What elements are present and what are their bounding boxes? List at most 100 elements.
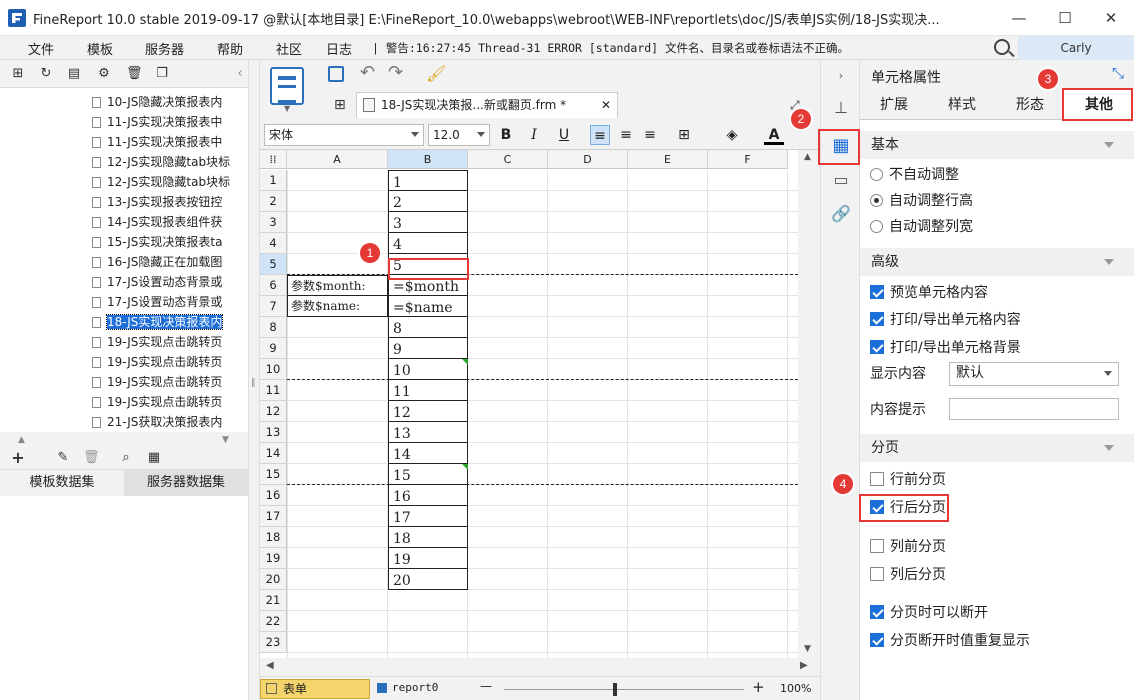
cell-b[interactable]: 2: [388, 191, 468, 212]
delete-icon[interactable]: 🗑: [126, 66, 143, 81]
user-name[interactable]: Carly: [1018, 36, 1134, 60]
cell-a7[interactable]: 参数$name:: [287, 296, 388, 317]
corner-cell[interactable]: ⁞⁞: [260, 150, 287, 169]
widget-settings-icon[interactable]: ▭: [829, 168, 853, 192]
close-button[interactable]: ✕: [1088, 0, 1134, 36]
check-page-break-before-col[interactable]: 列前分页: [870, 536, 946, 558]
zoom-out-button[interactable]: —: [480, 679, 492, 693]
font-color-button[interactable]: A: [764, 125, 784, 145]
menu-server[interactable]: 服务器: [145, 39, 184, 58]
cell-b[interactable]: 15: [388, 464, 468, 485]
tooltip-input[interactable]: [949, 398, 1119, 420]
menu-community[interactable]: 社区: [276, 39, 302, 58]
check-page-break-before-row[interactable]: 行前分页: [870, 469, 946, 491]
panel-splitter[interactable]: ▲ ▼: [0, 432, 248, 446]
column-header[interactable]: B: [388, 150, 468, 169]
tree-item[interactable]: 12-JS实现隐藏tab块标: [92, 152, 230, 172]
sheet-tab-report0[interactable]: report0: [374, 679, 466, 699]
tree-item[interactable]: 17-JS设置动态背景或: [92, 292, 222, 312]
check-preview-content[interactable]: 预览单元格内容: [870, 282, 988, 304]
search-icon[interactable]: [994, 39, 1010, 55]
underline-button[interactable]: U: [554, 125, 574, 145]
tab-expand[interactable]: 扩展: [860, 90, 928, 120]
horizontal-scrollbar[interactable]: ◀ ▶: [260, 658, 820, 676]
tree-item[interactable]: 19-JS实现点击跳转页: [92, 352, 222, 372]
column-header[interactable]: C: [468, 150, 548, 169]
close-tab-icon[interactable]: ✕: [601, 93, 611, 117]
menu-help[interactable]: 帮助: [217, 39, 243, 58]
row-header[interactable]: 6: [260, 275, 287, 296]
collapse-right-icon[interactable]: ›: [829, 64, 853, 88]
delete-dataset-icon[interactable]: 🗑: [83, 450, 100, 465]
tree-item[interactable]: 15-JS实现决策报表ta: [92, 232, 222, 252]
column-header[interactable]: E: [628, 150, 708, 169]
cell-b[interactable]: 13: [388, 422, 468, 443]
section-basic[interactable]: 基本: [860, 131, 1134, 159]
check-page-break-after-col[interactable]: 列后分页: [870, 564, 946, 586]
edit-icon[interactable]: ✎: [55, 450, 71, 465]
row-header[interactable]: 19: [260, 548, 287, 569]
bold-button[interactable]: B: [496, 125, 516, 145]
cell-b[interactable]: 12: [388, 401, 468, 422]
cell-b[interactable]: 11: [388, 380, 468, 401]
scroll-left-icon[interactable]: ◀: [266, 660, 274, 671]
refresh-icon[interactable]: ↻: [38, 66, 54, 81]
copy-icon[interactable]: ❐: [154, 66, 170, 81]
row-header[interactable]: 4: [260, 233, 287, 254]
italic-button[interactable]: I: [524, 125, 544, 145]
row-header[interactable]: 16: [260, 485, 287, 506]
cell-b[interactable]: 10: [388, 359, 468, 380]
column-header[interactable]: F: [708, 150, 788, 169]
undo-icon[interactable]: ↶: [360, 62, 375, 83]
row-header[interactable]: 15: [260, 464, 287, 485]
cell-b[interactable]: 17: [388, 506, 468, 527]
save-icon[interactable]: [328, 66, 344, 82]
report-grid[interactable]: ⁞⁞ A B C D E F 1 2 3 4 5 6 7 8 9 10 11 12 13 14 15 16 17 18 19 20…: [260, 150, 798, 658]
tree-item[interactable]: 19-JS实现点击跳转页: [92, 332, 222, 352]
fill-color-icon[interactable]: ◈: [722, 125, 742, 145]
row-header[interactable]: 2: [260, 191, 287, 212]
font-size-select[interactable]: 12.0: [428, 124, 490, 146]
tree-item[interactable]: 18-JS实现决策报表内: [92, 312, 224, 332]
add-dataset-icon[interactable]: +: [10, 450, 26, 466]
align-center-button[interactable]: ≡: [616, 125, 636, 145]
check-print-background[interactable]: 打印/导出单元格背景: [870, 337, 1021, 359]
cell-b[interactable]: 9: [388, 338, 468, 359]
row-header[interactable]: 20: [260, 569, 287, 590]
menu-log[interactable]: 日志: [326, 39, 352, 58]
row-header[interactable]: 1: [260, 170, 287, 191]
menu-template[interactable]: 模板: [87, 39, 113, 58]
tab-server-dataset[interactable]: 服务器数据集: [124, 470, 248, 496]
row-header[interactable]: 5: [260, 254, 287, 275]
zoom-slider-handle[interactable]: [613, 683, 617, 696]
row-header[interactable]: 14: [260, 443, 287, 464]
tree-item[interactable]: 19-JS实现点击跳转页: [92, 392, 222, 412]
display-content-select[interactable]: 默认: [949, 362, 1119, 386]
collapse-left-icon[interactable]: ‹: [232, 66, 248, 81]
tree-item[interactable]: 17-JS设置动态背景或: [92, 272, 222, 292]
zoom-slider[interactable]: [504, 689, 744, 690]
tree-item[interactable]: 10-JS隐藏决策报表内: [92, 92, 222, 112]
template-type-arrow-icon[interactable]: ▼: [284, 104, 290, 113]
maximize-button[interactable]: ☐: [1042, 0, 1088, 36]
check-can-break[interactable]: 分页时可以断开: [870, 602, 988, 624]
split-up-icon[interactable]: ▲: [18, 435, 25, 445]
check-print-content[interactable]: 打印/导出单元格内容: [870, 309, 1021, 331]
row-header[interactable]: 10: [260, 359, 287, 380]
row-header[interactable]: 3: [260, 212, 287, 233]
vertical-splitter[interactable]: ‖: [248, 60, 260, 700]
row-header[interactable]: 18: [260, 527, 287, 548]
splitter-handle-icon[interactable]: ‖: [251, 378, 256, 388]
redo-icon[interactable]: ↷: [388, 62, 403, 83]
scroll-right-icon[interactable]: ▶: [800, 660, 808, 671]
file-tab[interactable]: 18-JS实现决策报...新或翻页.frm * ✕: [356, 92, 618, 118]
cell-b[interactable]: =$name: [388, 296, 468, 317]
row-header[interactable]: 21: [260, 590, 287, 611]
new-folder-icon[interactable]: ⊞: [10, 66, 26, 81]
radio-no-auto[interactable]: 不自动调整: [870, 164, 959, 186]
zoom-in-button[interactable]: +: [752, 678, 765, 696]
cell-b[interactable]: 20: [388, 569, 468, 590]
scroll-down-icon[interactable]: ▼: [804, 644, 811, 654]
row-header[interactable]: 9: [260, 338, 287, 359]
cell-a6[interactable]: 参数$month:: [287, 275, 388, 296]
